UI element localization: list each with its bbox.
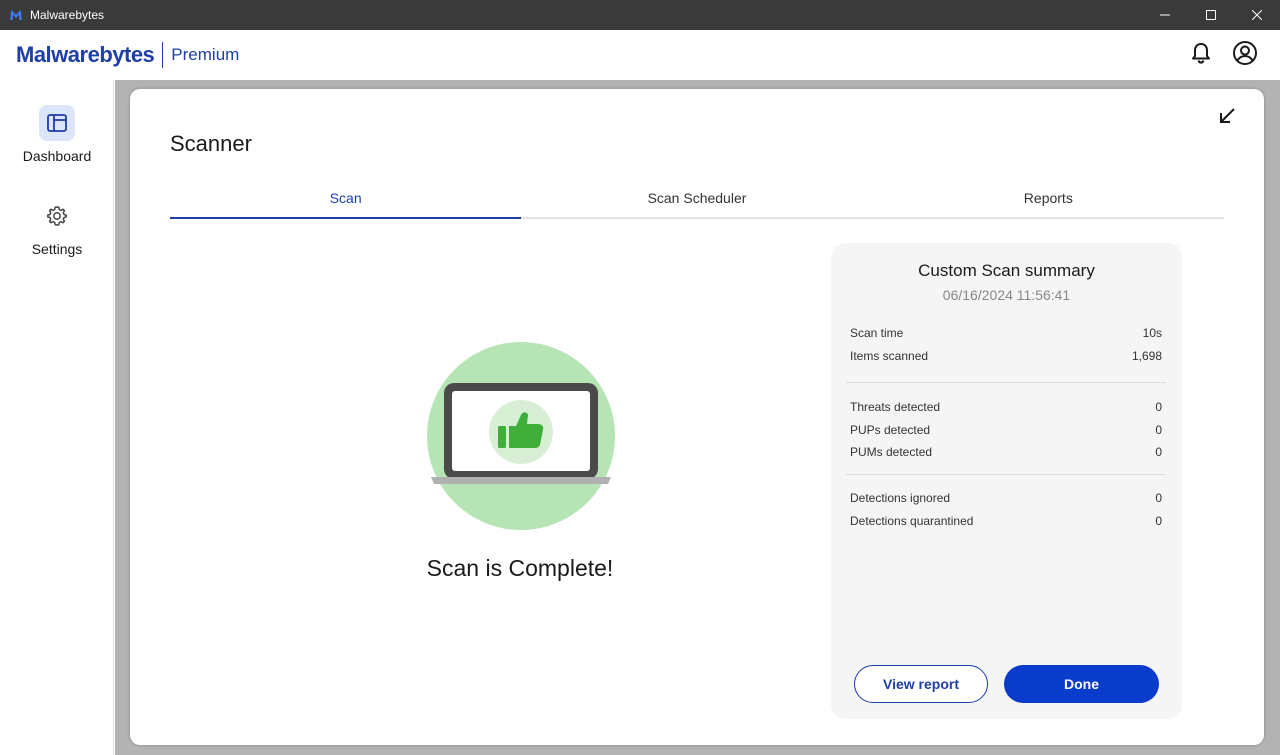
summary-row-pups-detected: PUPs detected 0	[850, 423, 1162, 437]
summary-row-pums-detected: PUMs detected 0	[850, 445, 1162, 459]
scan-complete-illustration	[426, 341, 616, 531]
summary-row-label: PUPs detected	[850, 423, 931, 437]
summary-row-value: 10s	[1142, 326, 1162, 340]
minimize-icon	[1160, 14, 1170, 16]
summary-row-label: Detections ignored	[850, 491, 951, 505]
close-button[interactable]	[1234, 0, 1280, 30]
summary-row-detections-ignored: Detections ignored 0	[850, 491, 1162, 505]
summary-divider	[846, 474, 1166, 475]
summary-date: 06/16/2024 11:56:41	[942, 287, 1071, 303]
dashboard-icon	[39, 105, 75, 141]
summary-divider	[846, 382, 1166, 383]
brand: Malwarebytes Premium	[16, 42, 239, 68]
collapse-arrow-icon[interactable]	[1216, 105, 1238, 127]
summary-row-value: 0	[1155, 514, 1162, 528]
summary-row-value: 0	[1155, 423, 1162, 437]
summary-row-detections-quarantined: Detections quarantined 0	[850, 514, 1162, 528]
view-report-button[interactable]: View report	[854, 665, 988, 703]
scanner-tabs: Scan Scan Scheduler Reports	[170, 187, 1224, 219]
brand-name: Malwarebytes	[16, 42, 155, 67]
maximize-button[interactable]	[1188, 0, 1234, 30]
tab-reports[interactable]: Reports	[873, 187, 1224, 217]
window-titlebar: Malwarebytes	[0, 0, 1280, 30]
summary-row-value: 0	[1155, 491, 1162, 505]
sidebar: Dashboard Settings	[0, 80, 114, 755]
summary-row-label: PUMs detected	[850, 445, 933, 459]
sidebar-item-label: Settings	[31, 241, 83, 257]
done-button[interactable]: Done	[1004, 665, 1159, 703]
scan-status-text: Scan is Complete!	[426, 555, 614, 581]
minimize-button[interactable]	[1142, 0, 1188, 30]
close-icon	[1252, 10, 1262, 20]
sidebar-item-label: Dashboard	[22, 148, 92, 164]
account-icon[interactable]	[1232, 40, 1258, 66]
brand-divider	[162, 42, 164, 68]
summary-row-label: Detections quarantined	[850, 514, 974, 528]
maximize-icon	[1206, 10, 1216, 20]
summary-row-label: Threats detected	[850, 400, 941, 414]
page-title: Scanner	[170, 131, 252, 156]
summary-row-threats-detected: Threats detected 0	[850, 400, 1162, 414]
summary-row-scan-time: Scan time 10s	[850, 326, 1162, 340]
window-title: Malwarebytes	[30, 8, 105, 22]
malwarebytes-logo-icon	[8, 7, 24, 23]
app-header: Malwarebytes Premium	[0, 30, 1280, 80]
sidebar-item-dashboard[interactable]: Dashboard	[0, 105, 114, 164]
summary-row-label: Scan time	[850, 326, 904, 340]
summary-row-value: 1,698	[1131, 349, 1162, 363]
summary-row-items-scanned: Items scanned 1,698	[850, 349, 1162, 363]
summary-row-value: 0	[1155, 400, 1162, 414]
summary-title: Custom Scan summary	[918, 261, 1095, 280]
brand-tier: Premium	[171, 45, 240, 64]
summary-row-label: Items scanned	[850, 349, 929, 363]
tab-scan-scheduler[interactable]: Scan Scheduler	[521, 187, 872, 217]
bell-icon[interactable]	[1188, 40, 1214, 66]
gear-icon	[39, 198, 75, 234]
scanner-panel: Scanner Scan Scan Scheduler Reports Scan…	[130, 89, 1264, 745]
scan-summary-card: Custom Scan summary 06/16/2024 11:56:41 …	[831, 243, 1182, 719]
summary-row-value: 0	[1155, 445, 1162, 459]
tab-scan[interactable]: Scan	[170, 187, 522, 219]
sidebar-item-settings[interactable]: Settings	[0, 198, 114, 257]
